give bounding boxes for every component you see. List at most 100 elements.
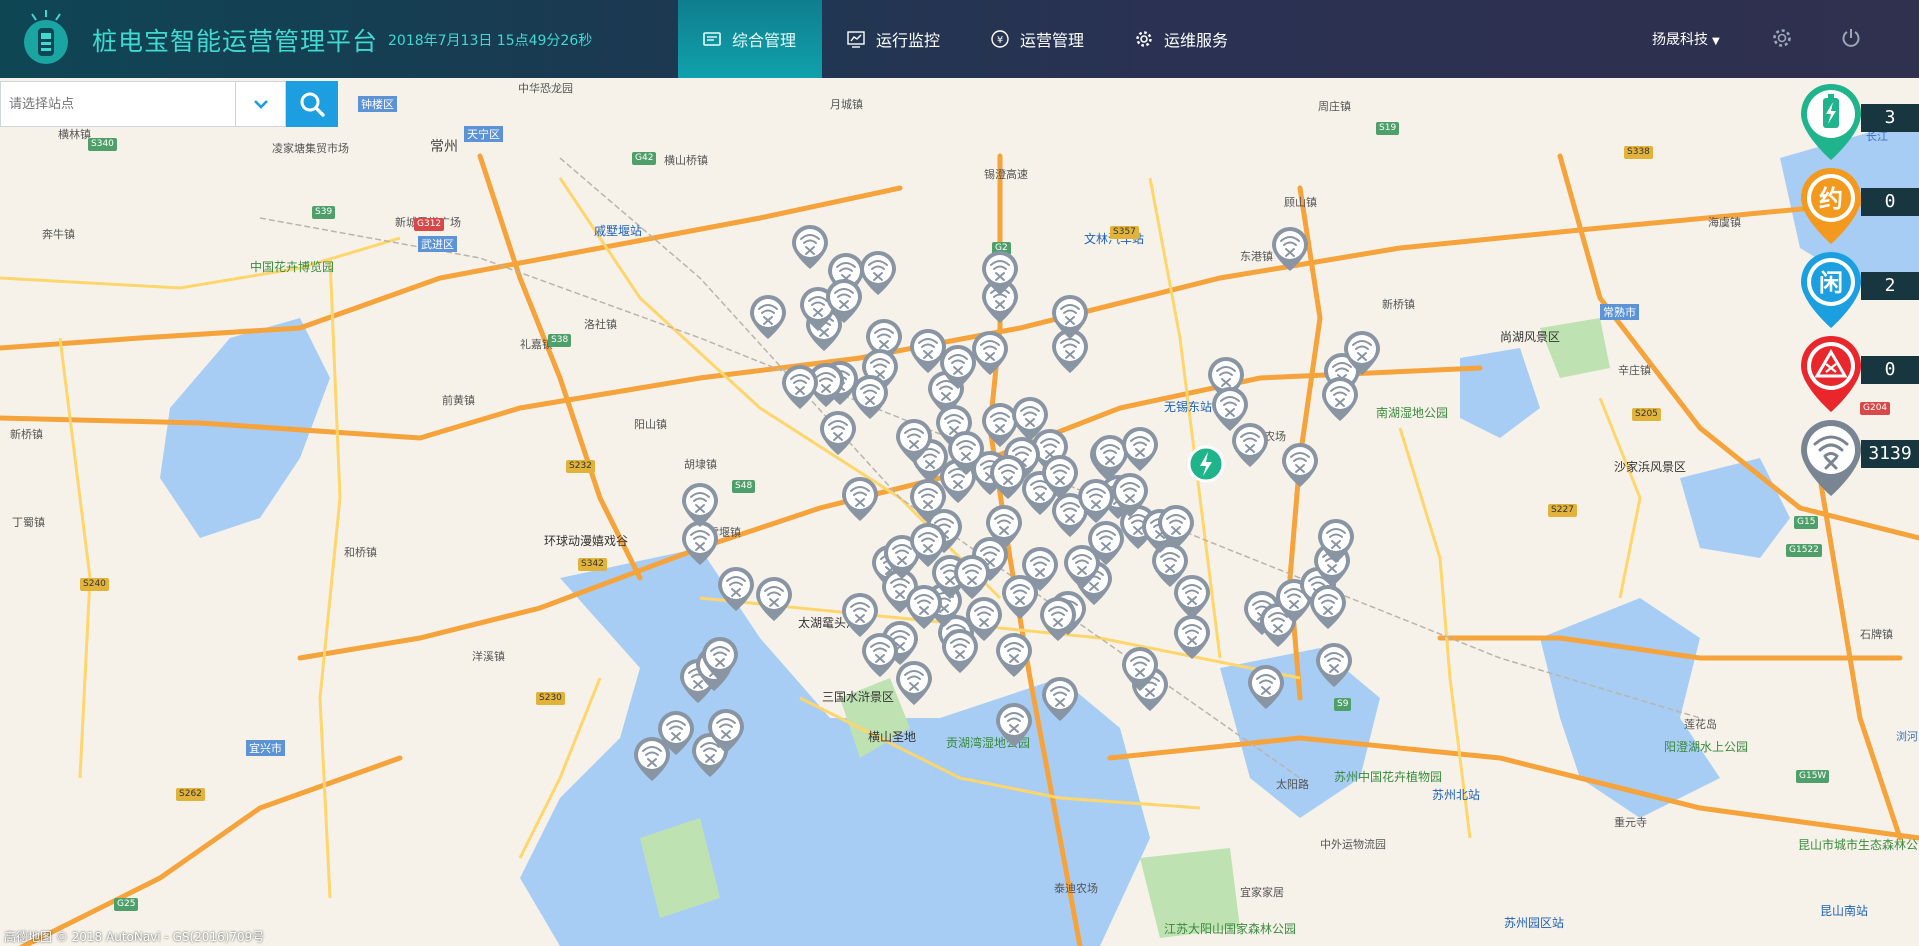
pin-offline[interactable] xyxy=(1038,596,1078,642)
offline-wifi-icon xyxy=(756,577,792,621)
settings-icon[interactable] xyxy=(1771,27,1793,49)
search-button[interactable] xyxy=(286,81,338,127)
pin-offline[interactable] xyxy=(1156,504,1196,550)
user-menu[interactable]: 扬晟科技 ▼ xyxy=(1652,29,1720,49)
offline-wifi-icon xyxy=(682,483,718,527)
place-label: 洛社镇 xyxy=(584,318,617,331)
poi-label: 南湖湿地公园 xyxy=(1376,406,1449,420)
lake-shanghu xyxy=(1460,348,1540,438)
pin-offline[interactable] xyxy=(1120,646,1160,692)
lake-kuncheng xyxy=(1680,458,1790,558)
nav-item-operation[interactable]: ¥ 运营管理 xyxy=(966,0,1110,78)
pin-offline[interactable] xyxy=(938,344,978,390)
legend-fault[interactable]: 0 xyxy=(1799,334,1919,412)
pin-offline[interactable] xyxy=(946,430,986,476)
place-label: 奔牛镇 xyxy=(42,228,75,241)
pin-offline[interactable] xyxy=(894,418,934,464)
pin-offline[interactable] xyxy=(1246,664,1286,710)
station-search xyxy=(0,81,338,129)
map-canvas[interactable]: 中华恐龙园 钟楼区 天宁区 常州 凌家塘集贸市场 新城吾悦广场 武进区 中国花卉… xyxy=(0,78,1919,946)
legend-charging[interactable]: 3 xyxy=(1799,82,1919,160)
pin-offline[interactable] xyxy=(716,566,756,612)
pin-offline[interactable] xyxy=(754,576,794,622)
pin-offline[interactable] xyxy=(1050,294,1090,340)
main-nav: 综合管理 运行监控 ¥ 运营管理 运维服务 xyxy=(678,0,1254,78)
district-label: 常熟市 xyxy=(1600,304,1639,320)
pin-offline[interactable] xyxy=(1342,330,1382,376)
pin-offline[interactable] xyxy=(780,364,820,410)
pin-offline[interactable] xyxy=(904,584,944,630)
pin-offline[interactable] xyxy=(1172,614,1212,660)
legend-idle[interactable]: 闲 2 xyxy=(1799,250,1919,328)
pin-offline[interactable] xyxy=(1314,642,1354,688)
pin-offline[interactable] xyxy=(632,736,672,782)
app-title: 桩电宝智能运营管理平台 xyxy=(92,27,379,56)
nav-item-overview[interactable]: 综合管理 xyxy=(678,0,823,78)
pin-offline[interactable] xyxy=(964,596,1004,642)
road-label: S232 xyxy=(566,460,595,473)
pin-offline[interactable] xyxy=(1308,584,1348,630)
district-label: 天宁区 xyxy=(464,126,503,142)
place-label: 中华恐龙园 xyxy=(518,82,573,95)
nav-item-monitor[interactable]: 运行监控 xyxy=(822,0,966,78)
pin-offline[interactable] xyxy=(1270,226,1310,272)
offline-wifi-icon xyxy=(1318,519,1354,563)
station-label: 苏州北站 xyxy=(1432,788,1481,802)
power-icon[interactable] xyxy=(1840,27,1862,49)
pin-offline[interactable] xyxy=(952,554,992,600)
pin-offline[interactable] xyxy=(680,482,720,528)
top-header: 桩电宝智能运营管理平台 2018年7月13日 15点49分26秒 综合管理 运行… xyxy=(0,0,1919,78)
road-label: S357 xyxy=(1110,226,1139,239)
offline-wifi-icon xyxy=(718,567,754,611)
pin-offline[interactable] xyxy=(894,660,934,706)
legend-reserved[interactable]: 约 0 xyxy=(1799,166,1919,244)
nav-item-maintenance[interactable]: 运维服务 xyxy=(1110,0,1254,78)
legend-offline[interactable]: 3139 xyxy=(1799,418,1919,496)
pin-offline[interactable] xyxy=(1316,518,1356,564)
pin-offline[interactable] xyxy=(980,250,1020,296)
map-copyright: 高德地图 © 2018 AutoNavi - GS(2016)709号 xyxy=(4,930,265,944)
offline-wifi-icon xyxy=(966,597,1002,641)
place-label: 石牌镇 xyxy=(1860,628,1893,641)
legend-count: 3139 xyxy=(1861,440,1919,468)
pin-offline[interactable] xyxy=(824,278,864,324)
pin-offline[interactable] xyxy=(1040,676,1080,722)
offline-wifi-icon xyxy=(948,431,984,475)
offline-wifi-icon xyxy=(1158,505,1194,549)
offline-wifi-icon xyxy=(1064,545,1100,589)
pin-offline[interactable] xyxy=(790,224,830,270)
pin-offline[interactable] xyxy=(1076,478,1116,524)
pin-offline[interactable] xyxy=(1230,422,1270,468)
search-input[interactable] xyxy=(0,81,236,127)
pin-offline[interactable] xyxy=(984,504,1024,550)
pin-offline[interactable] xyxy=(1280,442,1320,488)
pin-offline[interactable] xyxy=(1020,546,1060,592)
place-label: 丁蜀镇 xyxy=(12,516,45,529)
pin-offline[interactable] xyxy=(840,476,880,522)
pin-offline[interactable] xyxy=(748,294,788,340)
idle-icon: 闲 xyxy=(1801,252,1861,328)
road-label: S39 xyxy=(312,206,336,219)
offline-wifi-icon xyxy=(896,419,932,463)
offline-wifi-icon xyxy=(792,225,828,269)
pin-offline[interactable] xyxy=(1320,376,1360,422)
pin-offline[interactable] xyxy=(1040,454,1080,500)
pin-offline[interactable] xyxy=(908,522,948,568)
poi-label: 中国花卉博览园 xyxy=(250,260,335,274)
pin-offline[interactable] xyxy=(860,632,900,678)
fault-icon xyxy=(1801,336,1861,412)
yuan-icon: ¥ xyxy=(991,30,1009,48)
pin-offline[interactable] xyxy=(700,636,740,682)
pin-offline[interactable] xyxy=(1062,544,1102,590)
pin-offline[interactable] xyxy=(1120,426,1160,472)
offline-wifi-icon xyxy=(702,637,738,681)
poi-label: 环球动漫嬉戏谷 xyxy=(544,534,629,548)
pin-offline[interactable] xyxy=(988,454,1028,500)
road-label: G312 xyxy=(414,218,445,231)
pin-charging[interactable] xyxy=(1186,444,1226,490)
pin-offline[interactable] xyxy=(994,702,1034,748)
chart-icon xyxy=(847,31,865,48)
dropdown-button[interactable] xyxy=(236,81,286,127)
road-label: S338 xyxy=(1624,146,1653,159)
pin-offline[interactable] xyxy=(706,708,746,754)
